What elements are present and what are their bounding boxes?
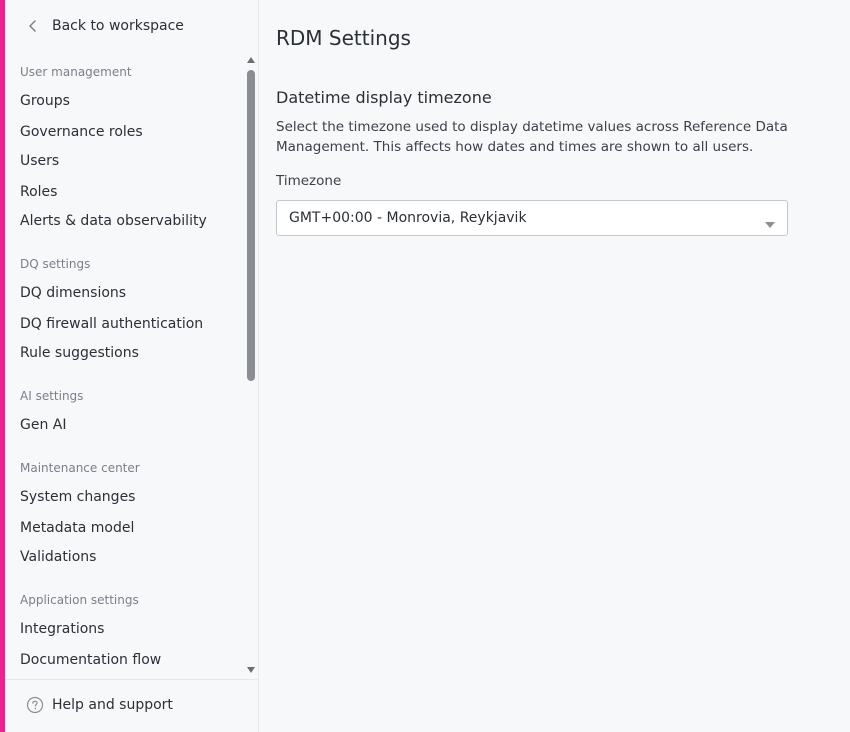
chevron-left-icon	[25, 18, 41, 34]
sidebar-item-dq-firewall-authentication[interactable]: DQ firewall authentication	[20, 316, 203, 332]
main-content: RDM Settings Datetime display timezone S…	[260, 0, 850, 732]
settings-sidebar: Back to workspace User management Groups…	[5, 0, 259, 732]
scroll-down-arrow-icon[interactable]	[247, 666, 255, 674]
timezone-label: Timezone	[276, 173, 342, 189]
nav-section-ai-settings: AI settings	[20, 389, 84, 403]
sidebar-item-roles[interactable]: Roles	[20, 184, 57, 200]
back-to-workspace-link[interactable]: Back to workspace	[25, 14, 184, 38]
sidebar-item-documentation-flow[interactable]: Documentation flow	[20, 652, 161, 668]
section-title: Datetime display timezone	[276, 88, 492, 107]
sidebar-item-dq-dimensions[interactable]: DQ dimensions	[20, 285, 126, 301]
page-title: RDM Settings	[276, 26, 411, 50]
sidebar-item-groups[interactable]: Groups	[20, 93, 70, 109]
back-to-workspace-label: Back to workspace	[52, 18, 184, 34]
question-circle-icon	[26, 696, 44, 714]
sidebar-scrollbar[interactable]	[245, 56, 257, 678]
sidebar-item-alerts-data-observability[interactable]: Alerts & data observability	[20, 213, 207, 229]
settings-nav[interactable]: User management Groups Governance roles …	[5, 56, 259, 678]
sidebar-item-integrations[interactable]: Integrations	[20, 621, 104, 637]
timezone-selected-value: GMT+00:00 - Monrovia, Reykjavik	[289, 210, 527, 226]
nav-section-dq-settings: DQ settings	[20, 257, 91, 271]
scroll-up-arrow-icon[interactable]	[247, 56, 255, 64]
nav-section-user-management: User management	[20, 65, 132, 79]
sidebar-item-system-changes[interactable]: System changes	[20, 489, 135, 505]
help-and-support-label: Help and support	[52, 697, 173, 713]
sidebar-item-metadata-model[interactable]: Metadata model	[20, 520, 134, 536]
timezone-select[interactable]: GMT+00:00 - Monrovia, Reykjavik	[276, 200, 788, 236]
sidebar-item-rule-suggestions[interactable]: Rule suggestions	[20, 345, 139, 361]
section-description: Select the timezone used to display date…	[276, 119, 788, 155]
sidebar-item-gen-ai[interactable]: Gen AI	[20, 417, 67, 433]
sidebar-footer: Help and support	[5, 679, 259, 732]
nav-section-application-settings: Application settings	[20, 593, 139, 607]
sidebar-item-governance-roles[interactable]: Governance roles	[20, 124, 143, 140]
caret-down-icon	[765, 214, 775, 228]
help-and-support-link[interactable]: Help and support	[26, 696, 173, 714]
sidebar-item-validations[interactable]: Validations	[20, 549, 96, 565]
scrollbar-thumb[interactable]	[247, 70, 255, 381]
sidebar-item-users[interactable]: Users	[20, 153, 59, 169]
nav-section-maintenance-center: Maintenance center	[20, 461, 140, 475]
